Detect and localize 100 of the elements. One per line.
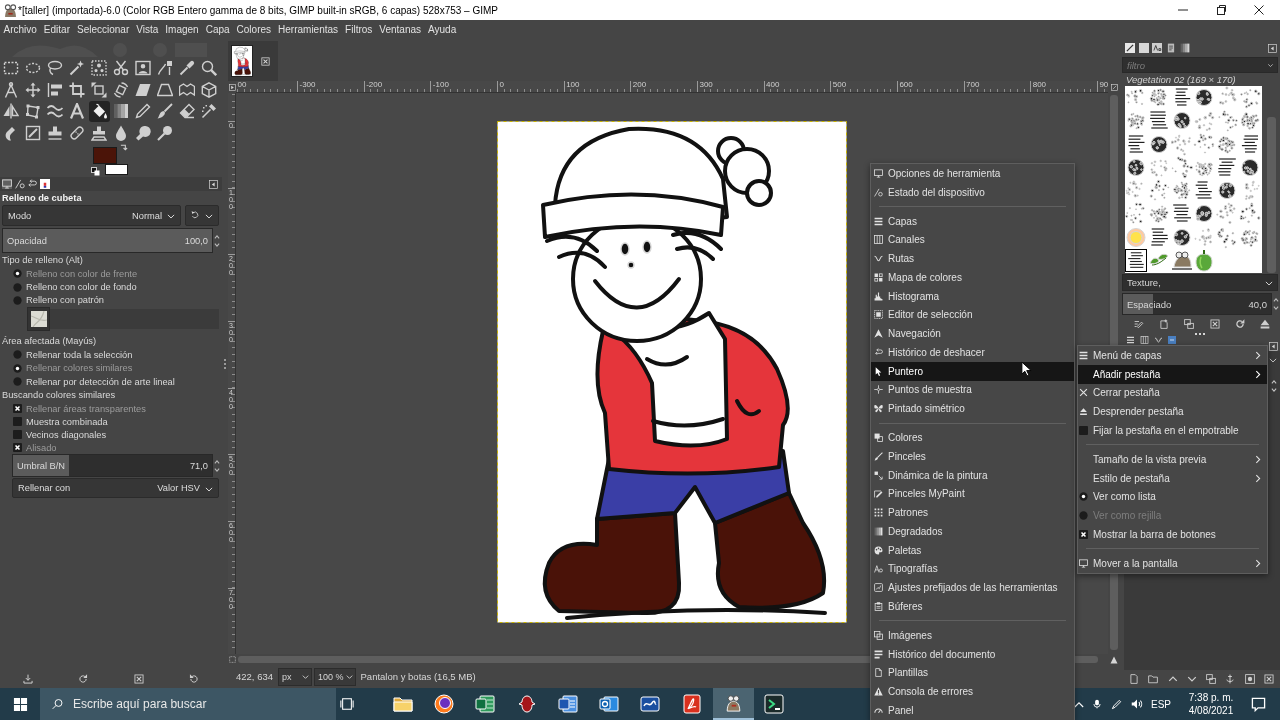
zoom-dropdown[interactable]: 100 % (314, 667, 356, 686)
smudge-icon[interactable] (135, 125, 151, 142)
brush-tab-icon[interactable] (1125, 43, 1135, 53)
language-indicator[interactable]: ESP (1151, 698, 1171, 710)
menu-item[interactable]: Ver como lista (1078, 487, 1267, 507)
menu-item[interactable]: Archivo (0, 22, 41, 38)
new-page-icon[interactable] (1159, 319, 1169, 329)
menu-item[interactable]: Desprender pestaña (1078, 402, 1267, 421)
radio-icon[interactable] (1079, 492, 1088, 502)
unit-dropdown[interactable]: px (278, 667, 312, 686)
bandage-icon[interactable] (69, 125, 85, 142)
image-thumbnail[interactable] (231, 45, 253, 77)
zoom-toggle-icon[interactable] (1110, 83, 1118, 91)
pen-nib-icon[interactable] (157, 59, 173, 76)
magic-wand-icon[interactable] (69, 59, 85, 76)
task-view-icon[interactable] (340, 697, 354, 711)
resize-handle-icon[interactable] (1195, 333, 1205, 335)
checkbox-icon[interactable] (13, 417, 22, 427)
menu-item[interactable]: Puntero (871, 361, 1074, 381)
radio-icon[interactable] (13, 295, 22, 305)
menu-item[interactable]: Estado del dispositivo (871, 182, 1074, 202)
speckle-brush-icon[interactable] (1239, 132, 1261, 156)
scrollbar-thumb[interactable] (1267, 117, 1276, 273)
rotated-square-icon[interactable] (113, 81, 129, 98)
menu-item[interactable]: Tipografías (871, 559, 1074, 579)
delete-icon[interactable] (261, 56, 270, 66)
cage-icon[interactable] (179, 81, 195, 98)
tab-menu-icon[interactable] (1268, 43, 1277, 53)
edit-icon[interactable] (1133, 319, 1144, 329)
path-icon[interactable] (1154, 336, 1163, 344)
marble-swatch-icon[interactable] (30, 311, 47, 328)
delete-icon[interactable] (1263, 674, 1274, 684)
chevron-down-icon[interactable] (167, 212, 175, 219)
undo-icon[interactable] (27, 179, 37, 189)
menu-item[interactable]: Plantillas (871, 663, 1074, 683)
swap-colors-icon[interactable] (120, 144, 128, 152)
tag-field[interactable]: Texture, (1122, 274, 1278, 291)
crop-icon[interactable] (69, 81, 85, 98)
pdf-app-icon[interactable] (681, 694, 702, 714)
menu-item[interactable]: Dinámica de la pintura (871, 465, 1074, 485)
microphone-icon[interactable] (1092, 697, 1102, 711)
anchor-icon[interactable] (1225, 674, 1236, 684)
radio-option[interactable]: Rellenar por detección de arte lineal (13, 374, 175, 389)
lasso-icon[interactable] (47, 59, 63, 76)
radio-icon[interactable] (13, 363, 22, 373)
save-preset-icon[interactable] (22, 674, 33, 684)
chevron-up-icon[interactable] (1074, 700, 1084, 708)
menu-item[interactable]: Capa (202, 22, 234, 38)
refresh-icon[interactable] (1234, 319, 1245, 329)
transform-icon[interactable] (91, 81, 107, 98)
menu-item[interactable]: Añadir pestaña (1078, 364, 1267, 384)
fill-by-dropdown[interactable]: Rellenar con Valor HSV (12, 478, 219, 499)
menu-item[interactable]: Mostrar la barra de botones (1078, 525, 1267, 544)
monitor-icon[interactable] (2, 179, 12, 189)
checkbox-icon[interactable] (13, 443, 22, 453)
speckle-brush-icon[interactable] (1216, 155, 1239, 179)
search-field[interactable]: Escribe aquí para buscar (68, 688, 336, 720)
chevron-down-icon[interactable] (205, 212, 213, 219)
document-tab-icon[interactable] (1165, 43, 1176, 53)
menu-item[interactable]: Mapa de colores (871, 268, 1074, 287)
start-icon[interactable] (12, 696, 28, 712)
close-icon[interactable] (1254, 5, 1264, 15)
whiteboard-icon[interactable] (640, 694, 661, 714)
pattern-name-field[interactable] (50, 309, 219, 330)
foreground-color-swatch[interactable] (93, 147, 117, 164)
menu-item[interactable]: Degradados (871, 522, 1074, 541)
chevron-down-icon[interactable] (1265, 279, 1273, 286)
menu-item[interactable]: Ajustes prefijados de las herramientas (871, 578, 1074, 597)
mode-dropdown[interactable]: Modo Normal (2, 205, 181, 226)
menu-item[interactable]: Histograma (871, 286, 1074, 306)
threshold-slider[interactable]: Umbral B/N 71,0 (12, 454, 213, 478)
pattern-tab-icon[interactable] (1138, 43, 1149, 53)
scissors-icon[interactable] (113, 59, 129, 76)
compass-icon[interactable] (3, 81, 19, 98)
search-icon[interactable] (40, 688, 68, 720)
bug-icon[interactable] (516, 694, 537, 714)
default-colors-icon[interactable] (91, 167, 100, 176)
menu-item[interactable]: Mover a la pantalla (1078, 554, 1267, 573)
gradient-icon[interactable] (113, 103, 129, 120)
menu-item[interactable]: Vista (132, 22, 162, 38)
checkbox-option[interactable]: Vecinos diagonales (13, 428, 107, 442)
stamp-icon[interactable] (47, 125, 63, 142)
paint-app-icon[interactable] (712, 688, 754, 720)
cube-icon[interactable] (201, 81, 217, 98)
mode-switch-button[interactable] (185, 205, 219, 226)
folder-icon[interactable] (392, 694, 413, 714)
radio-option[interactable]: Relleno con color de frente (13, 267, 138, 281)
menu-item[interactable]: Colores (871, 428, 1074, 447)
checkbox-option[interactable]: Alisado (13, 441, 57, 455)
checkbox-icon[interactable] (13, 404, 22, 414)
checkbox-option[interactable]: Muestra combinada (13, 415, 108, 429)
menu-item[interactable]: Puntos de muestra (871, 380, 1074, 400)
document-app-icon[interactable] (557, 694, 578, 714)
wave-icon[interactable] (47, 103, 63, 120)
menu-item[interactable]: Imagen (161, 22, 203, 38)
gradient-tab-icon[interactable] (1179, 43, 1191, 53)
eraser-icon[interactable] (179, 103, 195, 120)
dodge-icon[interactable] (157, 125, 173, 142)
checkbox-option[interactable]: Rellenar áreas transparentes (13, 402, 146, 416)
figure-brush-icon[interactable] (1170, 249, 1193, 273)
